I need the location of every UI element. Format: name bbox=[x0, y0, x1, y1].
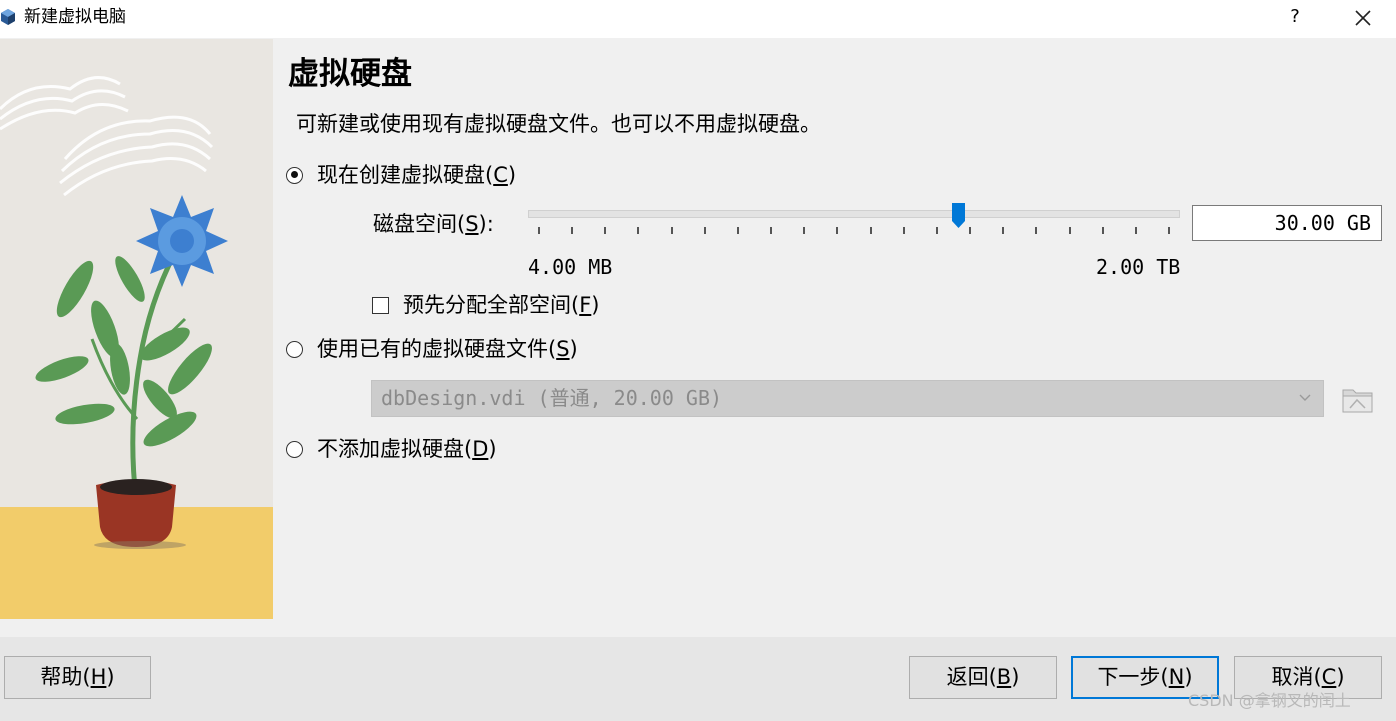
slider-tick bbox=[571, 227, 574, 234]
watermark: CSDN @拿钢叉的闰土 bbox=[1188, 691, 1351, 710]
title-bar: 新建虚拟电脑 ? bbox=[0, 0, 1396, 38]
no-disk-option[interactable]: 不添加虚拟硬盘(D) bbox=[286, 434, 497, 464]
slider-min-label: 4.00 MB bbox=[528, 255, 613, 279]
no-disk-label: 不添加虚拟硬盘(D) bbox=[317, 437, 497, 461]
slider-tick bbox=[770, 227, 773, 234]
wizard-illustration bbox=[0, 39, 273, 619]
slider-tick bbox=[803, 227, 806, 234]
disk-size-label: 磁盘空间(S): bbox=[373, 212, 494, 236]
slider-tick bbox=[1035, 227, 1038, 234]
back-button[interactable]: 返回(B) bbox=[909, 656, 1057, 699]
slider-tick bbox=[1134, 227, 1137, 234]
slider-tick bbox=[538, 227, 540, 234]
help-button[interactable]: 帮助(H) bbox=[4, 656, 151, 699]
preallocate-option[interactable]: 预先分配全部空间(F) bbox=[372, 290, 600, 320]
create-disk-option[interactable]: 现在创建虚拟硬盘(C) bbox=[286, 160, 516, 190]
app-icon bbox=[1, 9, 15, 25]
slider-tick bbox=[670, 227, 673, 234]
slider-tick bbox=[1168, 227, 1170, 234]
slider-tick bbox=[637, 227, 640, 234]
create-disk-radio[interactable] bbox=[286, 166, 303, 184]
use-existing-label: 使用已有的虚拟硬盘文件(S) bbox=[317, 337, 578, 361]
use-existing-radio[interactable] bbox=[286, 340, 303, 358]
slider-tick bbox=[604, 227, 607, 234]
disk-size-slider[interactable] bbox=[528, 210, 1180, 218]
folder-icon[interactable] bbox=[1341, 382, 1374, 415]
slider-ticks bbox=[528, 227, 1180, 235]
slider-tick bbox=[902, 227, 905, 234]
slider-tick bbox=[736, 227, 739, 234]
slider-tick bbox=[935, 227, 938, 234]
slider-tick bbox=[836, 227, 839, 234]
chevron-down-icon bbox=[1299, 394, 1311, 401]
no-disk-radio[interactable] bbox=[286, 440, 303, 458]
page-title: 虚拟硬盘 bbox=[288, 56, 412, 92]
preallocate-label: 预先分配全部空间(F) bbox=[403, 293, 600, 317]
slider-tick bbox=[703, 227, 706, 234]
page-description: 可新建或使用现有虚拟硬盘文件。也可以不用虚拟硬盘。 bbox=[296, 112, 821, 136]
slider-tick bbox=[1068, 227, 1071, 234]
slider-max-label: 2.00 TB bbox=[1096, 255, 1181, 279]
use-existing-option[interactable]: 使用已有的虚拟硬盘文件(S) bbox=[286, 334, 578, 364]
window-title: 新建虚拟电脑 bbox=[24, 7, 126, 27]
preallocate-checkbox[interactable] bbox=[372, 296, 389, 314]
slider-handle[interactable] bbox=[952, 203, 966, 228]
disk-size-input[interactable]: 30.00 GB bbox=[1192, 205, 1382, 241]
slider-tick bbox=[969, 227, 972, 234]
create-disk-label: 现在创建虚拟硬盘(C) bbox=[317, 163, 517, 187]
existing-disk-value: dbDesign.vdi (普通, 20.00 GB) bbox=[381, 386, 723, 410]
existing-disk-select[interactable]: dbDesign.vdi (普通, 20.00 GB) bbox=[371, 380, 1324, 417]
close-icon[interactable] bbox=[1350, 5, 1376, 31]
slider-tick bbox=[1002, 227, 1005, 234]
slider-tick bbox=[869, 227, 872, 234]
help-icon[interactable]: ? bbox=[1283, 4, 1307, 30]
slider-tick bbox=[1101, 227, 1104, 234]
